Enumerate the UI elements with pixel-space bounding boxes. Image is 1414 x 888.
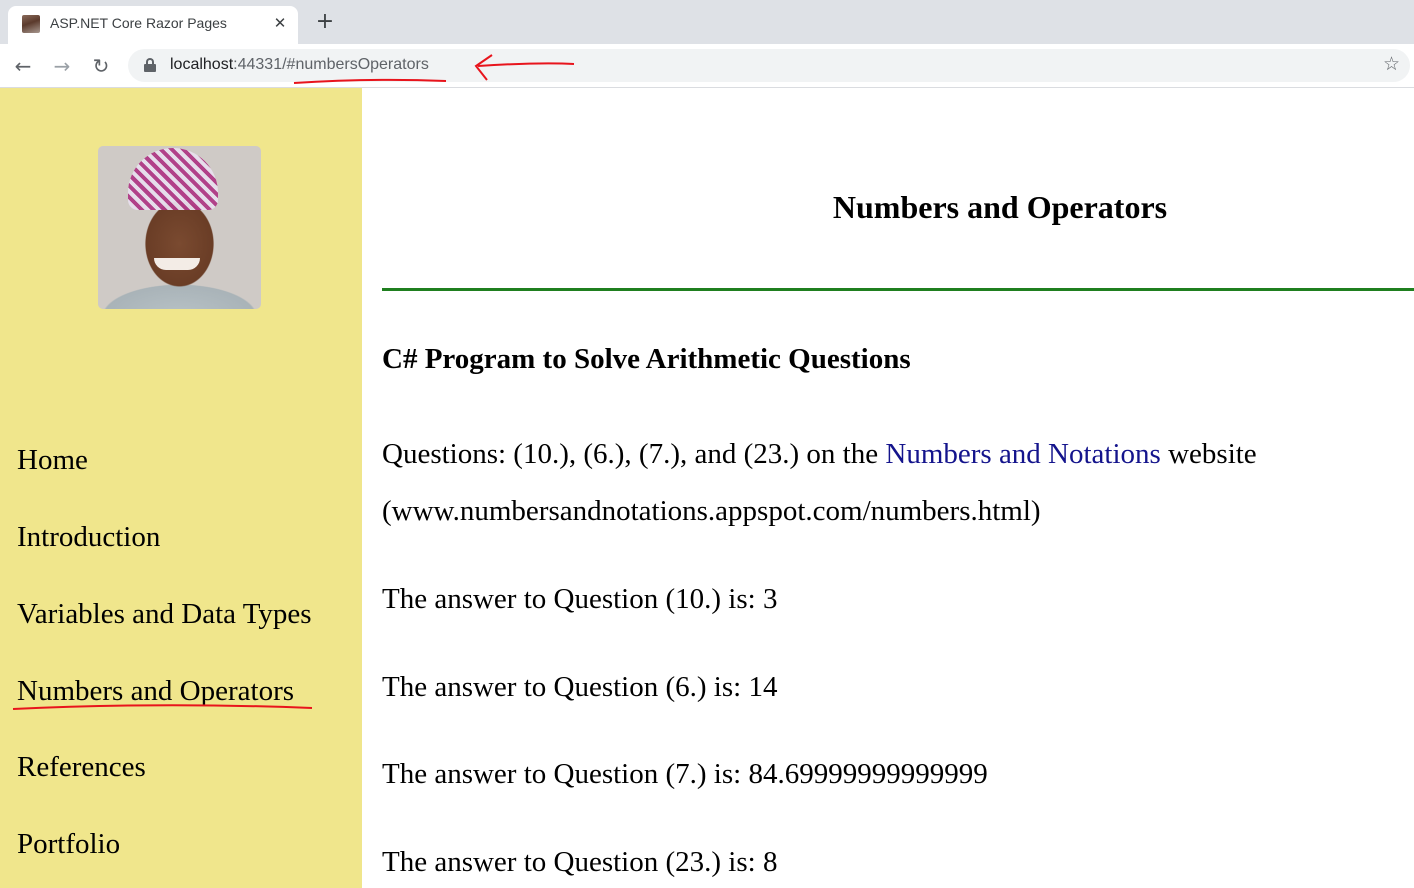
browser-tabstrip: ASP.NET Core Razor Pages ✕ + [0, 0, 1414, 44]
address-bar[interactable]: localhost:44331/#numbersOperators ☆ [128, 49, 1410, 82]
bookmark-star-icon[interactable]: ☆ [1383, 53, 1400, 75]
answer-question-10: The answer to Question (10.) is: 3 [382, 583, 778, 615]
url-path: :44331/#numbersOperators [233, 56, 429, 73]
intro-suffix: website [1160, 438, 1257, 470]
sidebar-item-variables-and-data-types[interactable]: Variables and Data Types [17, 598, 312, 631]
favicon-icon [22, 15, 40, 33]
intro-prefix: Questions: (10.), (6.), (7.), and (23.) … [382, 438, 886, 470]
browser-tab[interactable]: ASP.NET Core Razor Pages ✕ [8, 6, 298, 44]
forward-arrow-icon[interactable]: → [48, 52, 76, 80]
new-tab-button[interactable]: + [313, 9, 337, 35]
main-content: Numbers and Operators C# Program to Solv… [362, 88, 1414, 888]
url-text[interactable]: localhost:44331/#numbersOperators [170, 56, 429, 74]
avatar-smile [154, 258, 200, 270]
browser-toolbar: ← → ↻ localhost:44331/#numbersOperators … [0, 44, 1414, 88]
reload-icon[interactable]: ↻ [87, 52, 115, 80]
sidebar-item-portfolio[interactable]: Portfolio [17, 828, 120, 861]
sidebar-item-numbers-and-operators[interactable]: Numbers and Operators [17, 675, 294, 708]
divider [382, 288, 1414, 291]
avatar-hat [128, 148, 218, 210]
avatar [98, 146, 261, 309]
sidebar-item-introduction[interactable]: Introduction [17, 521, 160, 554]
intro-url-line: (www.numbersandnotations.appspot.com/num… [382, 495, 1041, 527]
close-tab-icon[interactable]: ✕ [270, 13, 290, 33]
sidebar-item-home[interactable]: Home [17, 444, 88, 477]
answer-question-23: The answer to Question (23.) is: 8 [382, 846, 778, 878]
section-title: C# Program to Solve Arithmetic Questions [382, 343, 911, 375]
tab-title: ASP.NET Core Razor Pages [50, 15, 227, 31]
page-title: Numbers and Operators [832, 189, 1168, 225]
numbers-and-notations-link[interactable]: Numbers and Notations [885, 438, 1160, 470]
back-arrow-icon[interactable]: ← [9, 52, 37, 80]
sidebar: Home Introduction Variables and Data Typ… [0, 88, 362, 888]
answer-question-7: The answer to Question (7.) is: 84.69999… [382, 758, 988, 790]
lock-icon[interactable] [144, 58, 156, 72]
sidebar-item-references[interactable]: References [17, 751, 146, 784]
url-host: localhost [170, 56, 234, 73]
answer-question-6: The answer to Question (6.) is: 14 [382, 671, 778, 703]
intro-paragraph: Questions: (10.), (6.), (7.), and (23.) … [382, 438, 1257, 471]
